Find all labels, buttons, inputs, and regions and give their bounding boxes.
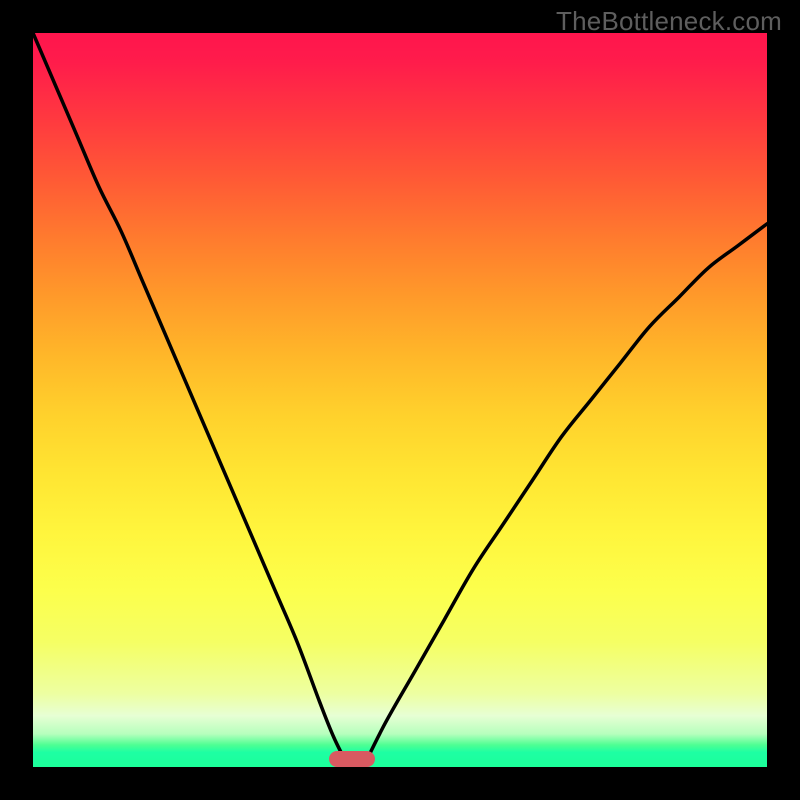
watermark-text: TheBottleneck.com	[556, 6, 782, 37]
curve-right-branch	[363, 224, 767, 767]
optimum-marker	[329, 751, 375, 767]
bottleneck-curve	[33, 33, 767, 767]
curve-left-branch	[33, 33, 349, 767]
chart-frame: TheBottleneck.com	[0, 0, 800, 800]
plot-area	[33, 33, 767, 767]
